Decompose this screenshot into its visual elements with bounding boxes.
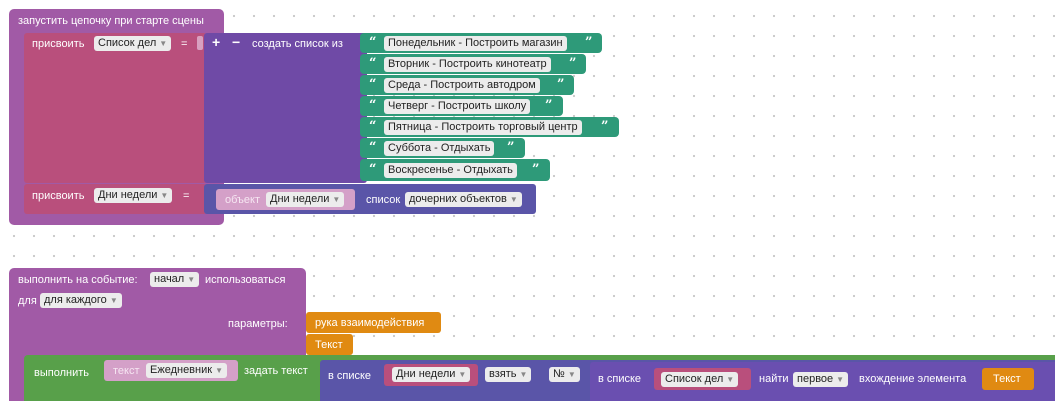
days-var-dropdown[interactable]: Дни недели ▼ xyxy=(392,367,471,382)
number-dropdown[interactable]: № ▼ xyxy=(549,367,580,382)
string-field[interactable]: Среда - Построить автодром xyxy=(384,78,540,93)
close-quote-icon: ” xyxy=(545,98,553,113)
chevron-down-icon: ▼ xyxy=(726,375,735,384)
open-quote-icon: “ xyxy=(369,77,377,92)
open-quote-icon: “ xyxy=(369,35,377,50)
open-quote-icon: “ xyxy=(369,140,377,155)
in-list2-label: в списке xyxy=(598,373,642,385)
string-field[interactable]: Вторник - Построить кинотеатр xyxy=(384,57,551,72)
string-field[interactable]: Пятница - Построить торговый центр xyxy=(384,120,582,135)
find-label: найти xyxy=(759,373,789,385)
event-label: выполнить на событие: xyxy=(18,274,138,286)
list-label: список xyxy=(366,194,401,206)
param-text-label: Текст xyxy=(315,339,343,351)
open-quote-icon: “ xyxy=(369,56,377,71)
use-label: использоваться xyxy=(205,274,286,286)
string-field[interactable]: Четверг - Построить школу xyxy=(384,99,531,114)
text-object-dropdown[interactable]: Ежедневник ▼ xyxy=(146,363,227,378)
string-field[interactable]: Суббота - Отдыхать xyxy=(384,141,495,156)
first-dropdown[interactable]: первое ▼ xyxy=(793,372,849,387)
close-quote-icon: ” xyxy=(532,162,540,177)
text-object-label: текст xyxy=(113,365,140,377)
string-field[interactable]: Понедельник - Построить магазин xyxy=(384,36,567,51)
for-dropdown[interactable]: для каждого ▼ xyxy=(40,293,122,308)
take-dropdown[interactable]: взять ▼ xyxy=(485,367,532,382)
variable-dropdown-days[interactable]: Дни недели ▼ xyxy=(94,188,173,203)
minus-icon[interactable]: − xyxy=(232,35,240,49)
assign-list-block[interactable] xyxy=(24,33,207,183)
in-list-label: в списке xyxy=(328,370,372,382)
occurrence-label: вхождение элемента xyxy=(859,373,967,385)
chevron-down-icon: ▼ xyxy=(160,191,169,200)
close-quote-icon: ” xyxy=(569,56,577,71)
for-label: для xyxy=(18,295,37,307)
connector-notch xyxy=(197,36,203,50)
chevron-down-icon: ▼ xyxy=(567,370,576,379)
params-label: параметры: xyxy=(228,318,288,330)
todo-var-dropdown[interactable]: Список дел ▼ xyxy=(661,372,739,387)
create-list-block[interactable] xyxy=(204,33,367,183)
close-quote-icon: ” xyxy=(601,119,609,134)
object-dropdown[interactable]: Дни недели ▼ xyxy=(266,192,345,207)
open-quote-icon: “ xyxy=(369,162,377,177)
chevron-down-icon: ▼ xyxy=(187,275,196,284)
assign-eq: = xyxy=(183,190,190,202)
chevron-down-icon: ▼ xyxy=(215,366,223,375)
open-quote-icon: “ xyxy=(369,119,377,134)
event-dropdown[interactable]: начал ▼ xyxy=(150,272,200,287)
scene-start-title: запустить цепочку при старте сцены xyxy=(18,15,204,27)
chevron-down-icon: ▼ xyxy=(458,370,467,379)
assign-label: присвоить xyxy=(32,38,85,50)
variable-dropdown-todo[interactable]: Список дел ▼ xyxy=(94,36,172,51)
close-quote-icon: ” xyxy=(585,35,593,50)
element-text-label: Текст xyxy=(993,373,1021,385)
object-label: объект xyxy=(225,194,261,206)
create-list-label: создать список из xyxy=(252,38,343,50)
chevron-down-icon: ▼ xyxy=(519,370,528,379)
chevron-down-icon: ▼ xyxy=(509,195,518,204)
chevron-down-icon: ▼ xyxy=(159,39,168,48)
string-field[interactable]: Воскресенье - Отдыхать xyxy=(384,163,517,178)
chevron-down-icon: ▼ xyxy=(836,375,845,384)
assign-label: присвоить xyxy=(32,190,85,202)
chevron-down-icon: ▼ xyxy=(332,195,341,204)
assign-eq: = xyxy=(181,38,188,50)
children-dropdown[interactable]: дочерних объектов ▼ xyxy=(405,192,522,207)
open-quote-icon: “ xyxy=(369,98,377,113)
set-text-label: задать текст xyxy=(244,365,308,377)
chevron-down-icon: ▼ xyxy=(109,296,118,305)
param-hand-label: рука взаимодействия xyxy=(315,317,425,329)
close-quote-icon: ” xyxy=(557,77,565,92)
plus-icon[interactable]: + xyxy=(212,35,220,49)
exec-label: выполнить xyxy=(34,367,89,379)
close-quote-icon: ” xyxy=(507,140,515,155)
